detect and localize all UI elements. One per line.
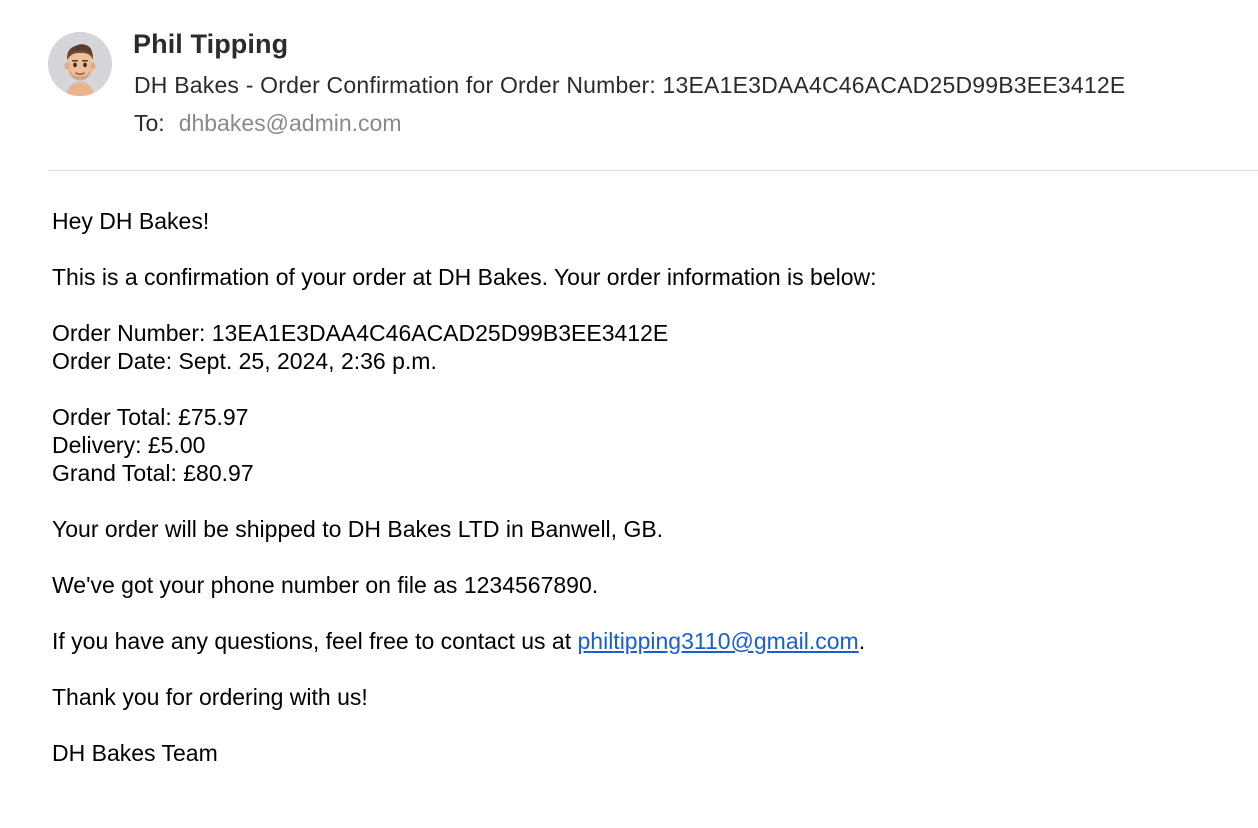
- header-divider: [48, 170, 1258, 171]
- contact-suffix: .: [858, 628, 866, 654]
- thanks-text: Thank you for ordering with us!: [52, 684, 368, 710]
- order-date: Order Date: Sept. 25, 2024, 2:36 p.m.: [52, 348, 437, 374]
- memoji-avatar-icon: [48, 32, 112, 96]
- order-total: Order Total: £75.97: [52, 404, 249, 430]
- totals-block: Order Total: £75.97 Delivery: £5.00 Gran…: [52, 403, 1232, 487]
- intro-text: This is a confirmation of your order at …: [52, 264, 877, 290]
- email-header: Phil Tipping DH Bakes - Order Confirmati…: [0, 0, 1258, 171]
- contact-text: If you have any questions, feel free to …: [52, 627, 1232, 655]
- email-subject: DH Bakes - Order Confirmation for Order …: [134, 72, 1126, 98]
- phone-text: We've got your phone number on file as 1…: [52, 572, 599, 598]
- contact-prefix: If you have any questions, feel free to …: [52, 628, 578, 654]
- delivery-cost: Delivery: £5.00: [52, 432, 206, 458]
- shipping-text: Your order will be shipped to DH Bakes L…: [52, 516, 664, 542]
- signoff-text: DH Bakes Team: [52, 740, 218, 766]
- order-number: Order Number: 13EA1E3DAA4C46ACAD25D99B3E…: [52, 320, 669, 346]
- greeting: Hey DH Bakes!: [52, 208, 210, 234]
- order-info-block: Order Number: 13EA1E3DAA4C46ACAD25D99B3E…: [52, 319, 1232, 375]
- sender-avatar[interactable]: [48, 32, 112, 96]
- to-label: To:: [134, 110, 165, 136]
- contact-email-link[interactable]: philtipping3110@gmail.com: [578, 628, 859, 654]
- sender-name[interactable]: Phil Tipping: [133, 29, 288, 60]
- recipient-row: To: dhbakes@admin.com: [134, 110, 401, 137]
- grand-total: Grand Total: £80.97: [52, 460, 254, 486]
- recipient-address[interactable]: dhbakes@admin.com: [179, 110, 402, 136]
- email-body: Hey DH Bakes! This is a confirmation of …: [52, 207, 1232, 795]
